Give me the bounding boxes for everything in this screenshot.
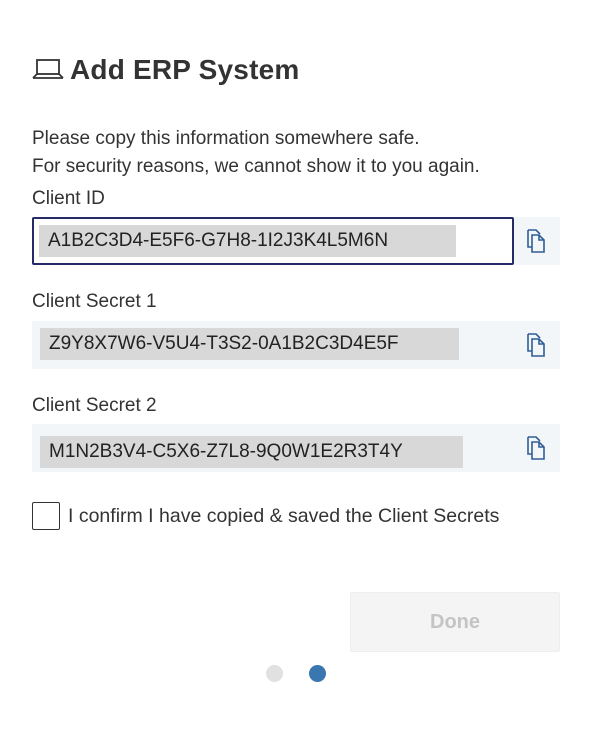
copy-client-id-button[interactable]	[522, 227, 550, 255]
copy-client-secret-1-button[interactable]	[522, 331, 550, 359]
client-secret-1-label: Client Secret 1	[32, 291, 157, 312]
client-id-field: A1B2C3D4-E5F6-G7H8-1I2J3K4L5M6N	[32, 217, 560, 265]
step-dot-2-active[interactable]	[309, 665, 326, 682]
client-id-value[interactable]: A1B2C3D4-E5F6-G7H8-1I2J3K4L5M6N	[39, 225, 456, 257]
notice-line-2: For security reasons, we cannot show it …	[32, 156, 480, 177]
client-secret-2-field: M1N2B3V4-C5X6-Z7L8-9Q0W1E2R3T4Y	[32, 424, 560, 472]
client-id-input[interactable]: A1B2C3D4-E5F6-G7H8-1I2J3K4L5M6N	[32, 217, 514, 265]
step-dot-1[interactable]	[266, 665, 283, 682]
client-secret-2-input[interactable]: M1N2B3V4-C5X6-Z7L8-9Q0W1E2R3T4Y	[32, 424, 514, 472]
confirm-checkbox[interactable]	[32, 502, 60, 530]
client-secret-1-value[interactable]: Z9Y8X7W6-V5U4-T3S2-0A1B2C3D4E5F	[40, 328, 459, 360]
copy-icon	[527, 229, 545, 253]
security-notice: Please copy this information somewhere s…	[32, 125, 480, 181]
confirm-label[interactable]: I confirm I have copied & saved the Clie…	[68, 505, 499, 528]
dialog-title: Add ERP System	[70, 54, 300, 85]
copy-icon	[527, 436, 545, 460]
notice-line-1: Please copy this information somewhere s…	[32, 128, 420, 149]
add-erp-dialog: Add ERP System Please copy this informat…	[0, 0, 591, 748]
done-button[interactable]: Done	[350, 592, 560, 652]
client-secret-2-value[interactable]: M1N2B3V4-C5X6-Z7L8-9Q0W1E2R3T4Y	[40, 436, 463, 468]
client-secret-1-field: Z9Y8X7W6-V5U4-T3S2-0A1B2C3D4E5F	[32, 321, 560, 369]
client-secret-2-label: Client Secret 2	[32, 395, 157, 416]
client-secret-1-input[interactable]: Z9Y8X7W6-V5U4-T3S2-0A1B2C3D4E5F	[32, 321, 514, 369]
client-id-label: Client ID	[32, 188, 105, 209]
copy-icon	[527, 333, 545, 357]
dialog-header: Add ERP System	[32, 54, 299, 86]
laptop-icon	[32, 59, 64, 79]
step-indicator	[266, 665, 326, 682]
confirm-row: I confirm I have copied & saved the Clie…	[32, 502, 499, 530]
copy-client-secret-2-button[interactable]	[522, 434, 550, 462]
